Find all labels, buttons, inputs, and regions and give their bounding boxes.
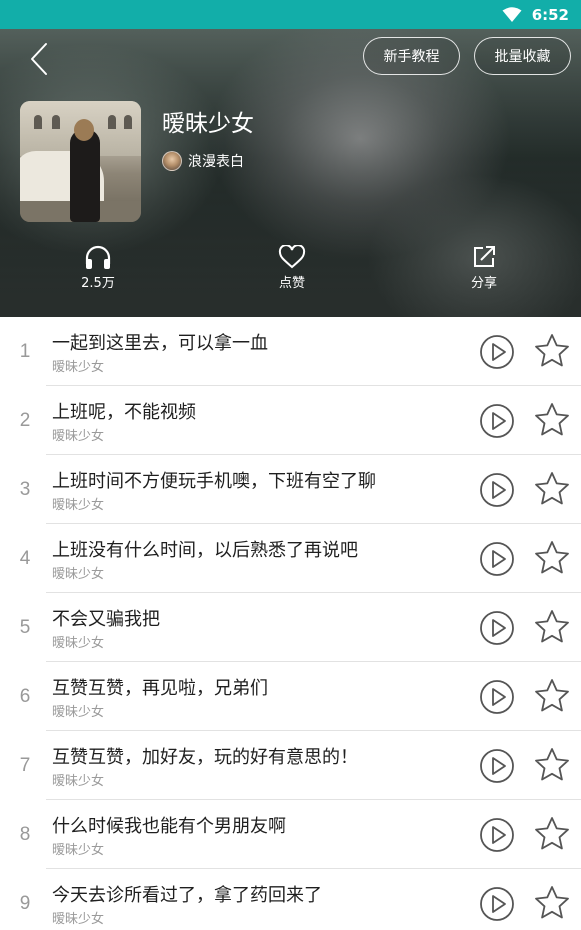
album-cover (20, 101, 141, 222)
track-number: 7 (19, 755, 31, 776)
star-icon[interactable] (533, 539, 571, 577)
headphones-icon (85, 245, 111, 269)
star-icon[interactable] (533, 746, 571, 784)
play-icon[interactable] (479, 541, 515, 577)
track-subtitle: 暧昧少女 (52, 498, 105, 513)
play-icon[interactable] (479, 817, 515, 853)
track-row[interactable]: 7 互赞互赞，加好友，玩的好有意思的！ 暧昧少女 (0, 731, 581, 800)
track-row[interactable]: 4 上班没有什么时间，以后熟悉了再说吧 暧昧少女 (0, 524, 581, 593)
play-icon[interactable] (479, 748, 515, 784)
track-title: 一起到这里去，可以拿一血 (52, 333, 268, 354)
track-number: 1 (19, 341, 31, 362)
album-title: 暧昧少女 (162, 111, 254, 137)
track-subtitle: 暧昧少女 (52, 636, 105, 651)
like-label: 点赞 (278, 276, 305, 291)
track-number: 2 (19, 410, 31, 431)
author-name: 浪漫表白 (188, 154, 244, 170)
album-header: 新手教程 批量收藏 暧昧少女 浪漫表白 2.5万 点赞 分享 (0, 29, 581, 317)
heart-icon (278, 245, 306, 269)
track-title: 上班没有什么时间，以后熟悉了再说吧 (52, 540, 358, 561)
track-subtitle: 暧昧少女 (52, 567, 105, 582)
track-title: 互赞互赞，再见啦，兄弟们 (52, 678, 268, 699)
track-title: 互赞互赞，加好友，玩的好有意思的！ (52, 747, 358, 768)
track-row[interactable]: 1 一起到这里去，可以拿一血 暧昧少女 (0, 317, 581, 386)
track-subtitle: 暧昧少女 (52, 360, 105, 375)
track-number: 6 (19, 686, 31, 707)
track-list: 1 一起到这里去，可以拿一血 暧昧少女 2 上班呢，不能视频 暧昧少女 3 上班… (0, 317, 581, 930)
track-number: 5 (19, 617, 31, 638)
star-icon[interactable] (533, 815, 571, 853)
author-avatar (162, 151, 182, 171)
track-number: 4 (19, 548, 31, 569)
like-button[interactable]: 点赞 (252, 242, 332, 291)
track-number: 9 (19, 893, 31, 914)
track-number: 3 (19, 479, 31, 500)
status-time: 6:52 (531, 5, 569, 24)
track-title: 上班呢，不能视频 (52, 402, 196, 423)
track-row[interactable]: 8 什么时候我也能有个男朋友啊 暧昧少女 (0, 800, 581, 869)
share-icon (474, 246, 495, 267)
track-subtitle: 暧昧少女 (52, 843, 105, 858)
play-icon[interactable] (479, 334, 515, 370)
track-row[interactable]: 6 互赞互赞，再见啦，兄弟们 暧昧少女 (0, 662, 581, 731)
share-label: 分享 (470, 276, 497, 291)
status-bar: 6:52 (0, 0, 581, 29)
play-icon[interactable] (479, 472, 515, 508)
track-row[interactable]: 5 不会又骗我把 暧昧少女 (0, 593, 581, 662)
listen-count-value: 2.5万 (81, 276, 115, 291)
wifi-icon (502, 6, 522, 23)
play-icon[interactable] (479, 886, 515, 922)
track-number: 8 (19, 824, 31, 845)
star-icon[interactable] (533, 332, 571, 370)
tutorial-button[interactable]: 新手教程 (363, 37, 460, 75)
track-row[interactable]: 3 上班时间不方便玩手机噢，下班有空了聊 暧昧少女 (0, 455, 581, 524)
track-title: 不会又骗我把 (52, 609, 160, 630)
star-icon[interactable] (533, 608, 571, 646)
track-title: 上班时间不方便玩手机噢，下班有空了聊 (52, 471, 376, 492)
track-row[interactable]: 2 上班呢，不能视频 暧昧少女 (0, 386, 581, 455)
track-row[interactable]: 9 今天去诊所看过了，拿了药回来了 暧昧少女 (0, 869, 581, 930)
star-icon[interactable] (533, 470, 571, 508)
star-icon[interactable] (533, 401, 571, 439)
author-link[interactable]: 浪漫表白 (162, 151, 244, 171)
track-title: 什么时候我也能有个男朋友啊 (52, 816, 286, 837)
chevron-left-icon (31, 43, 47, 75)
play-icon[interactable] (479, 403, 515, 439)
track-subtitle: 暧昧少女 (52, 429, 105, 444)
share-button[interactable]: 分享 (444, 242, 524, 291)
star-icon[interactable] (533, 884, 571, 922)
track-subtitle: 暧昧少女 (52, 705, 105, 720)
back-button[interactable] (22, 39, 56, 79)
batch-collect-button[interactable]: 批量收藏 (474, 37, 571, 75)
track-title: 今天去诊所看过了，拿了药回来了 (52, 885, 322, 906)
track-subtitle: 暧昧少女 (52, 912, 105, 927)
play-icon[interactable] (479, 610, 515, 646)
play-icon[interactable] (479, 679, 515, 715)
track-subtitle: 暧昧少女 (52, 774, 105, 789)
listen-count: 2.5万 (58, 242, 138, 291)
star-icon[interactable] (533, 677, 571, 715)
